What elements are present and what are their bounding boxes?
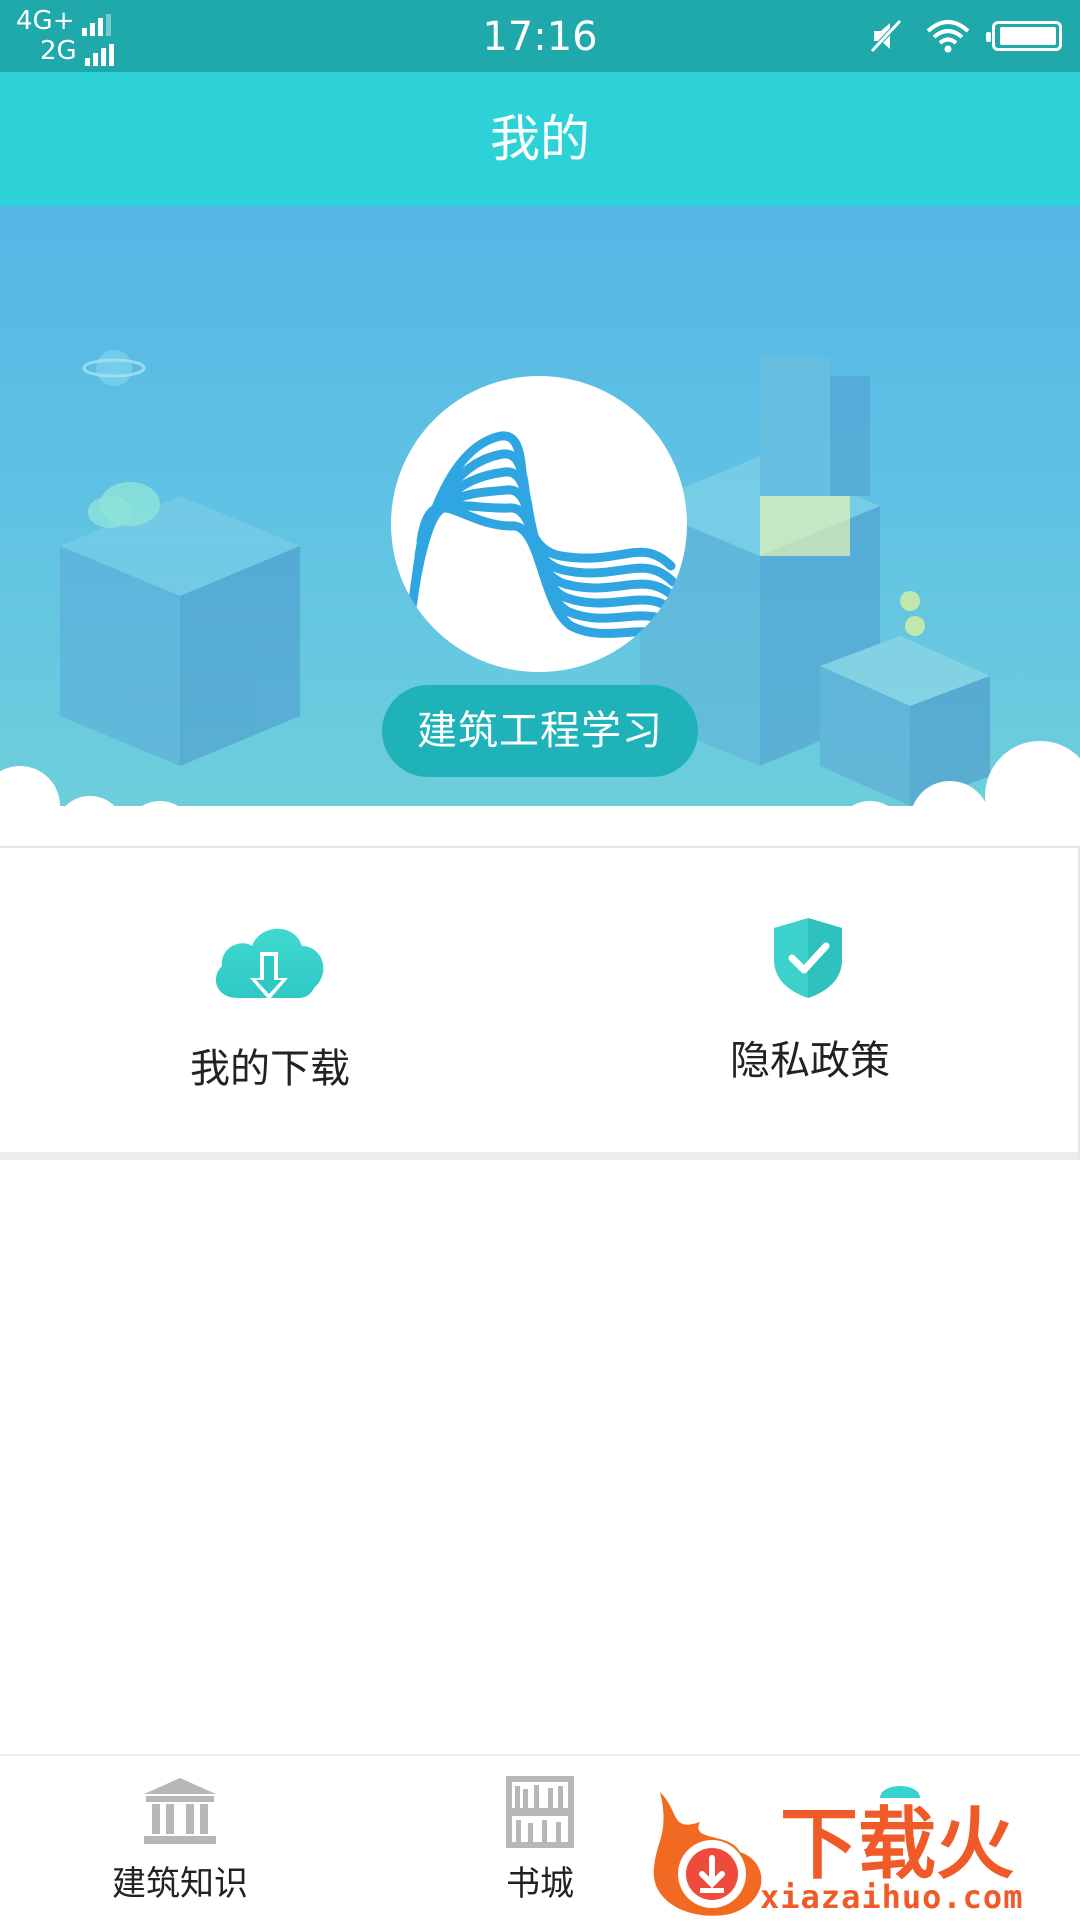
nav-tab-building-knowledge[interactable]: 建筑知识 bbox=[0, 1756, 360, 1922]
watermark: 下载火 xiazaihuo.com bbox=[640, 1782, 1080, 1920]
menu-card: 我的下载 隐私政策 bbox=[0, 846, 1080, 1160]
mute-icon bbox=[870, 19, 902, 53]
flame-logo bbox=[653, 1792, 762, 1916]
wifi-icon bbox=[926, 20, 970, 53]
cloud-download-icon bbox=[215, 928, 324, 1000]
username-badge[interactable]: 建筑工程学习 bbox=[382, 685, 698, 777]
menu-label-privacy-policy: 隐私政策 bbox=[730, 1038, 890, 1084]
nav-label-building-knowledge: 建筑知识 bbox=[112, 1864, 248, 1904]
menu-item-my-downloads[interactable]: 我的下载 bbox=[0, 848, 540, 1152]
page-title: 我的 bbox=[490, 110, 590, 168]
status-bar: 4G+ 2G 17:16 bbox=[0, 0, 1080, 72]
avatar[interactable] bbox=[391, 376, 687, 672]
title-bar: 我的 bbox=[0, 72, 1080, 206]
shield-check-icon bbox=[774, 918, 842, 998]
menu-item-privacy-policy[interactable]: 隐私政策 bbox=[540, 848, 1080, 1152]
menu-label-my-downloads: 我的下载 bbox=[190, 1046, 350, 1092]
app-logo bbox=[401, 431, 686, 672]
battery-icon bbox=[986, 21, 1062, 51]
building-icon bbox=[144, 1778, 216, 1844]
status-icons bbox=[870, 16, 1062, 56]
bookshelf-icon bbox=[506, 1776, 574, 1848]
watermark-url: xiazaihuo.com bbox=[760, 1878, 1024, 1916]
profile-hero: 建筑工程学习 bbox=[0, 206, 1080, 846]
